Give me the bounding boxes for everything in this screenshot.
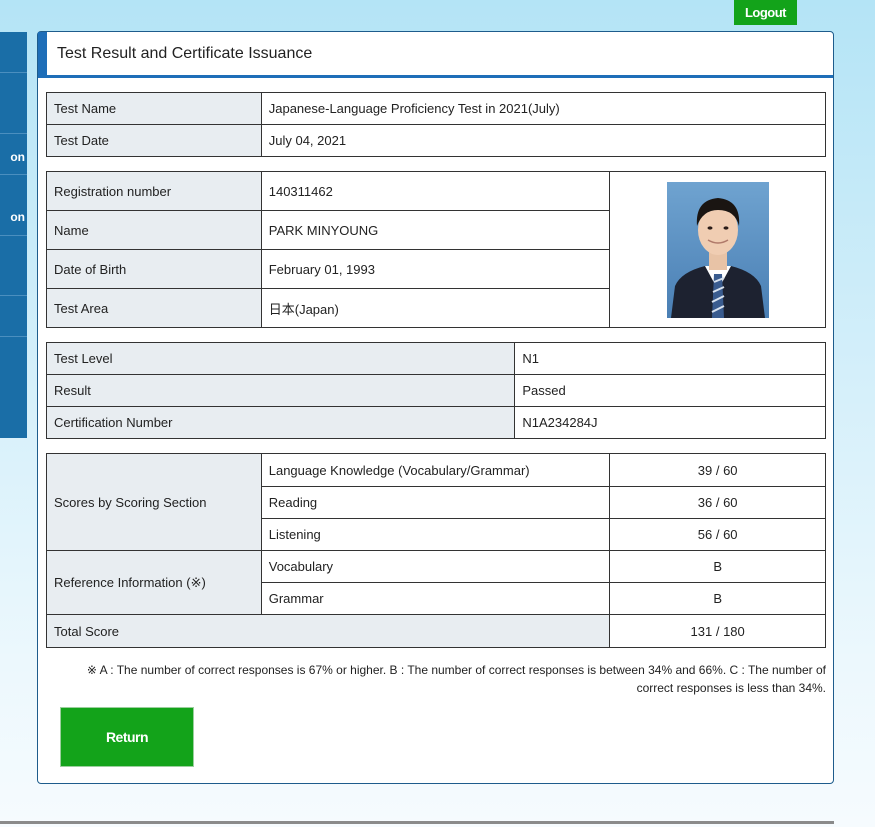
registration-value: 140311462	[260, 171, 611, 211]
reference-grade: B	[609, 582, 826, 615]
page-title: Test Result and Certificate Issuance	[38, 32, 833, 78]
reference-info-label: Reference Information (※)	[46, 550, 262, 615]
total-score-value: 131 / 180	[609, 614, 826, 648]
result-table: Test Level N1 Result Passed Certificatio…	[45, 342, 826, 439]
sidebar-item-label: on	[10, 150, 25, 164]
photo-cell	[609, 171, 826, 328]
dob-label: Date of Birth	[46, 249, 262, 289]
reference-name: Grammar	[260, 582, 611, 615]
test-level-value: N1	[514, 342, 826, 375]
test-level-label: Test Level	[45, 342, 516, 375]
test-area-label: Test Area	[46, 288, 262, 328]
sidebar-item-6[interactable]	[0, 336, 27, 396]
section-name: Listening	[260, 518, 611, 551]
scores-table: Scores by Scoring Section Language Knowl…	[45, 453, 826, 648]
result-label: Result	[45, 374, 516, 407]
test-area-value: 日本(Japan)	[260, 288, 611, 328]
return-button[interactable]: Return	[60, 707, 194, 767]
test-date-value: July 04, 2021	[260, 124, 827, 157]
result-value: Passed	[514, 374, 826, 407]
test-date-label: Test Date	[46, 124, 262, 157]
registration-label: Registration number	[46, 171, 262, 211]
grade-legend-note: ※ A : The number of correct responses is…	[86, 663, 826, 695]
reference-grade: B	[609, 550, 826, 583]
sidebar-item-3[interactable]: on	[0, 174, 27, 235]
examinee-table: Registration number 140311462 Name PARK …	[46, 171, 826, 328]
test-name-label: Test Name	[46, 92, 262, 125]
section-name: Reading	[260, 486, 611, 519]
section-score: 39 / 60	[609, 453, 826, 487]
section-score: 36 / 60	[609, 486, 826, 519]
name-value: PARK MINYOUNG	[260, 210, 611, 250]
cert-number-value: N1A234284J	[514, 406, 826, 439]
section-name: Language Knowledge (Vocabulary/Grammar)	[260, 453, 611, 487]
sidebar-item-2[interactable]: on	[0, 133, 27, 174]
sidebar-item-4[interactable]	[0, 235, 27, 295]
name-label: Name	[46, 210, 262, 250]
sidebar-nav: on on	[0, 32, 27, 438]
footer-divider	[0, 821, 834, 824]
total-score-label: Total Score	[45, 614, 611, 648]
logout-button[interactable]: Logout	[734, 0, 797, 25]
section-score: 56 / 60	[609, 518, 826, 551]
reference-name: Vocabulary	[260, 550, 611, 583]
cert-number-label: Certification Number	[45, 406, 516, 439]
test-name-value: Japanese-Language Proficiency Test in 20…	[260, 92, 827, 125]
sidebar-item-5[interactable]	[0, 295, 27, 336]
test-info-table: Test Name Japanese-Language Proficiency …	[46, 92, 827, 157]
dob-value: February 01, 1993	[260, 249, 611, 289]
sidebar-item-1[interactable]	[0, 72, 27, 133]
examinee-photo	[666, 181, 769, 318]
scores-section-label: Scores by Scoring Section	[46, 453, 262, 551]
sidebar-item-label: on	[10, 210, 25, 224]
